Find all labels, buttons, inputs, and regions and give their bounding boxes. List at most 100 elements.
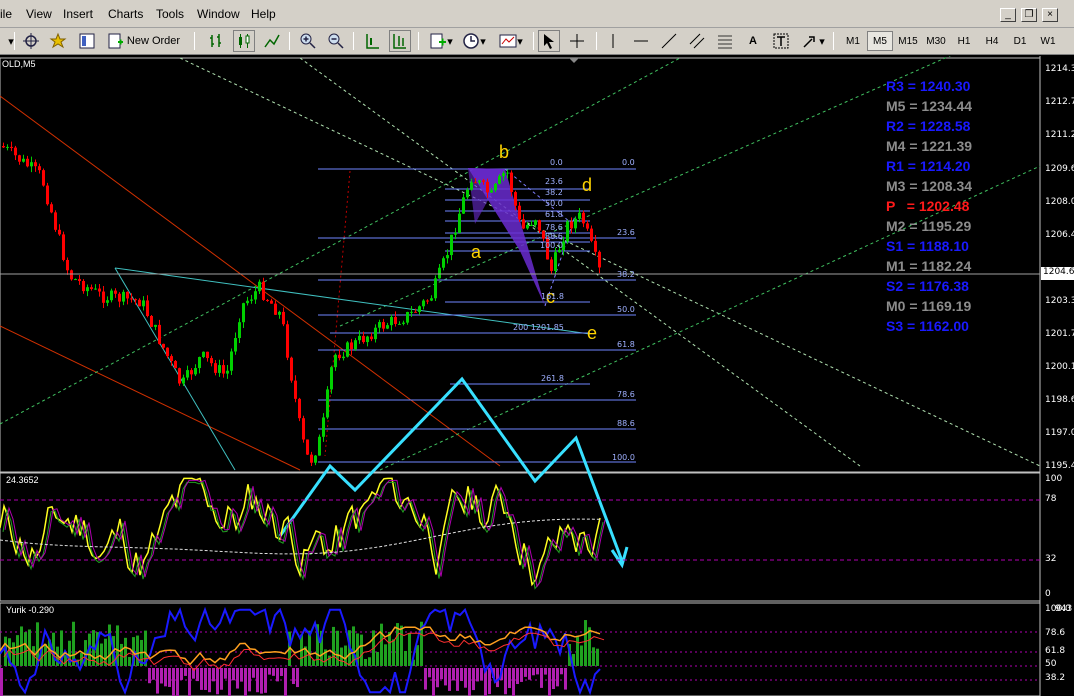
- candle: [150, 314, 153, 328]
- indicator2-axis-label: 61.8: [1045, 646, 1066, 656]
- toolbar-separator: [14, 32, 15, 50]
- line-chart-icon[interactable]: [261, 30, 283, 52]
- indicator1-label: 24.3652: [6, 475, 39, 485]
- candle: [178, 367, 181, 386]
- market-watch-icon[interactable]: [47, 30, 69, 52]
- trendline-icon[interactable]: [658, 30, 680, 52]
- arrows-icon[interactable]: ▾: [798, 30, 828, 52]
- dropdown-arrow-icon[interactable]: ▾: [0, 30, 22, 52]
- navigator-icon[interactable]: [76, 30, 98, 52]
- candlestick-chart-icon[interactable]: [233, 30, 255, 52]
- candle: [70, 269, 73, 281]
- zoom-out-icon[interactable]: [325, 30, 347, 52]
- fib-label: 50.0: [617, 305, 635, 314]
- indicator2-axis-label: 38.2: [1045, 673, 1066, 683]
- histogram-bar: [480, 668, 483, 681]
- fib-label: 88.6: [617, 419, 635, 428]
- minimize-icon[interactable]: _: [1000, 8, 1016, 22]
- timeframe-h1[interactable]: H1: [951, 31, 977, 51]
- histogram-bar: [196, 668, 199, 682]
- indicator1-axis-label: 32: [1045, 554, 1057, 564]
- histogram-bar: [448, 668, 451, 691]
- timeframe-h4[interactable]: H4: [979, 31, 1005, 51]
- menu-tools[interactable]: Tools: [156, 7, 184, 21]
- menu-charts[interactable]: Charts: [108, 7, 143, 21]
- price-axis-label: 1214.38: [1045, 64, 1074, 74]
- indicator2-label: Yurik -0.290: [6, 605, 55, 615]
- menu-window[interactable]: Window: [197, 7, 240, 21]
- histogram-bar: [564, 668, 567, 690]
- new-order-button[interactable]: New Order: [104, 30, 182, 52]
- fibonacci-icon[interactable]: [714, 30, 736, 52]
- histogram-bar: [272, 668, 275, 676]
- templates-icon[interactable]: ▾: [494, 30, 528, 52]
- zoom-in-icon[interactable]: [297, 30, 319, 52]
- histogram-bar: [440, 668, 443, 680]
- timeframe-m1[interactable]: M1: [840, 31, 866, 51]
- horizontal-line-icon[interactable]: [630, 30, 652, 52]
- chart-shift-icon[interactable]: [361, 30, 383, 52]
- crosshair-move-icon[interactable]: [20, 30, 42, 52]
- histogram-bar: [124, 637, 127, 666]
- equidistant-channel-icon[interactable]: [686, 30, 708, 52]
- price-axis-label: 1206.48: [1045, 230, 1074, 240]
- histogram-bar: [228, 668, 231, 696]
- timeframe-w1[interactable]: W1: [1035, 31, 1061, 51]
- wave-label-e: e: [587, 323, 598, 343]
- menu-view[interactable]: View: [26, 7, 52, 21]
- close-icon[interactable]: ×: [1042, 8, 1058, 22]
- fib-label: 0.0: [622, 158, 635, 167]
- histogram-bar: [236, 668, 239, 689]
- restore-icon[interactable]: ❐: [1021, 8, 1037, 22]
- text-icon[interactable]: A: [742, 30, 764, 52]
- crosshair-icon[interactable]: [566, 30, 588, 52]
- menu-bar: ile View Insert Charts Tools Window Help…: [0, 0, 1074, 28]
- histogram-bar: [276, 668, 279, 682]
- histogram-bar: [152, 668, 155, 680]
- candle: [306, 439, 309, 455]
- histogram-bar: [400, 625, 403, 666]
- histogram-bar: [252, 668, 255, 678]
- chart-window[interactable]: OLD,M5 24.3652 Yurik -0.290 1214.38 1212…: [0, 56, 1074, 696]
- timeframe-m5[interactable]: M5: [867, 31, 893, 51]
- histogram-bar: [296, 668, 299, 688]
- fib-label: 38.2: [617, 270, 635, 279]
- fib-inner-label: 100.0: [540, 241, 563, 250]
- pivot-r3: R3 = 1240.30: [886, 78, 971, 94]
- histogram-bar: [424, 668, 427, 690]
- vertical-line-icon[interactable]: [602, 30, 624, 52]
- histogram-bar: [244, 668, 247, 696]
- periods-clock-icon[interactable]: ▾: [459, 30, 489, 52]
- histogram-bar: [516, 668, 519, 685]
- histogram-bar: [264, 668, 267, 693]
- histogram-bar: [476, 668, 479, 682]
- histogram-bar: [268, 668, 271, 675]
- histogram-bar: [388, 631, 391, 666]
- menu-insert[interactable]: Insert: [63, 7, 93, 21]
- menu-file[interactable]: ile: [0, 7, 12, 21]
- menu-help[interactable]: Help: [251, 7, 276, 21]
- bar-chart-icon[interactable]: [205, 30, 227, 52]
- autoscroll-icon[interactable]: [389, 30, 411, 52]
- histogram-bar: [172, 668, 175, 696]
- histogram-bar: [460, 668, 463, 682]
- timeframe-m15[interactable]: M15: [895, 31, 921, 51]
- indicators-icon[interactable]: ▾: [426, 30, 456, 52]
- histogram-bar: [156, 668, 159, 694]
- histogram-bar: [576, 635, 579, 666]
- histogram-bar: [536, 668, 539, 675]
- timeframe-m30[interactable]: M30: [923, 31, 949, 51]
- candle: [46, 182, 49, 206]
- toolbar-separator: [194, 32, 195, 50]
- histogram-bar: [548, 668, 551, 696]
- timeframe-d1[interactable]: D1: [1007, 31, 1033, 51]
- histogram-bar: [468, 668, 471, 696]
- cursor-arrow-icon[interactable]: [538, 30, 560, 52]
- histogram-bar: [224, 668, 227, 679]
- price-axis-label: 1208.03: [1045, 197, 1074, 207]
- histogram-bar: [168, 668, 171, 687]
- histogram-bar: [584, 620, 587, 666]
- histogram-bar: [380, 623, 383, 666]
- histogram-bar: [284, 668, 287, 696]
- text-label-icon[interactable]: [770, 30, 792, 52]
